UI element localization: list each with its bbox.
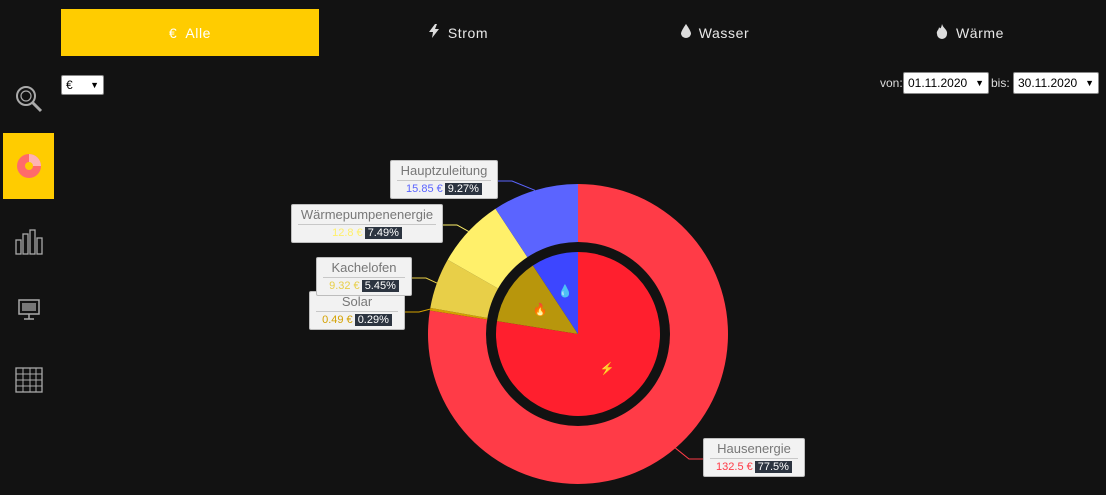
callout-hausenergie: Hausenergie 132.5 €77.5% bbox=[703, 438, 805, 477]
callout-solar: Solar 0.49 €0.29% bbox=[309, 291, 405, 330]
inner-slice-icon-waerme: 🔥 bbox=[533, 303, 548, 317]
callout-percent: 9.27% bbox=[444, 183, 482, 195]
callout-label: Hauptzuleitung bbox=[397, 163, 491, 181]
callout-percent: 5.45% bbox=[361, 280, 399, 292]
callout-percent: 0.29% bbox=[354, 314, 392, 326]
callout-label: Solar bbox=[316, 294, 398, 312]
leader-line-solar bbox=[405, 308, 431, 313]
callout-value: 15.85 € bbox=[406, 183, 443, 195]
callout-label: Wärmepumpenenergie bbox=[298, 207, 436, 225]
callout-percent: 7.49% bbox=[364, 227, 402, 239]
callout-value: 0.49 € bbox=[322, 314, 353, 326]
callout-waermepumpenenergie: Wärmepumpenenergie 12.8 €7.49% bbox=[291, 204, 443, 243]
callout-label: Hausenergie bbox=[710, 441, 798, 459]
callout-value: 9.32 € bbox=[329, 280, 360, 292]
inner-slice-icon-strom: ⚡ bbox=[600, 361, 615, 375]
leader-line-hausenergie bbox=[675, 447, 703, 460]
inner-slice-icon-wasser: 💧 bbox=[558, 284, 573, 298]
callout-percent: 77.5% bbox=[754, 461, 792, 473]
leader-line-hauptzuleitung bbox=[498, 180, 536, 191]
callout-hauptzuleitung: Hauptzuleitung 15.85 €9.27% bbox=[390, 160, 498, 199]
leader-line-kachelofen bbox=[412, 277, 438, 284]
callout-value: 132.5 € bbox=[716, 461, 753, 473]
callout-label: Kachelofen bbox=[323, 260, 405, 278]
cost-pie-chart: ⚡ 🔥 💧 bbox=[405, 180, 728, 485]
leader-line-waermepumpenenergie bbox=[443, 224, 469, 232]
callout-value: 12.8 € bbox=[332, 227, 363, 239]
callout-kachelofen: Kachelofen 9.32 €5.45% bbox=[316, 257, 412, 296]
